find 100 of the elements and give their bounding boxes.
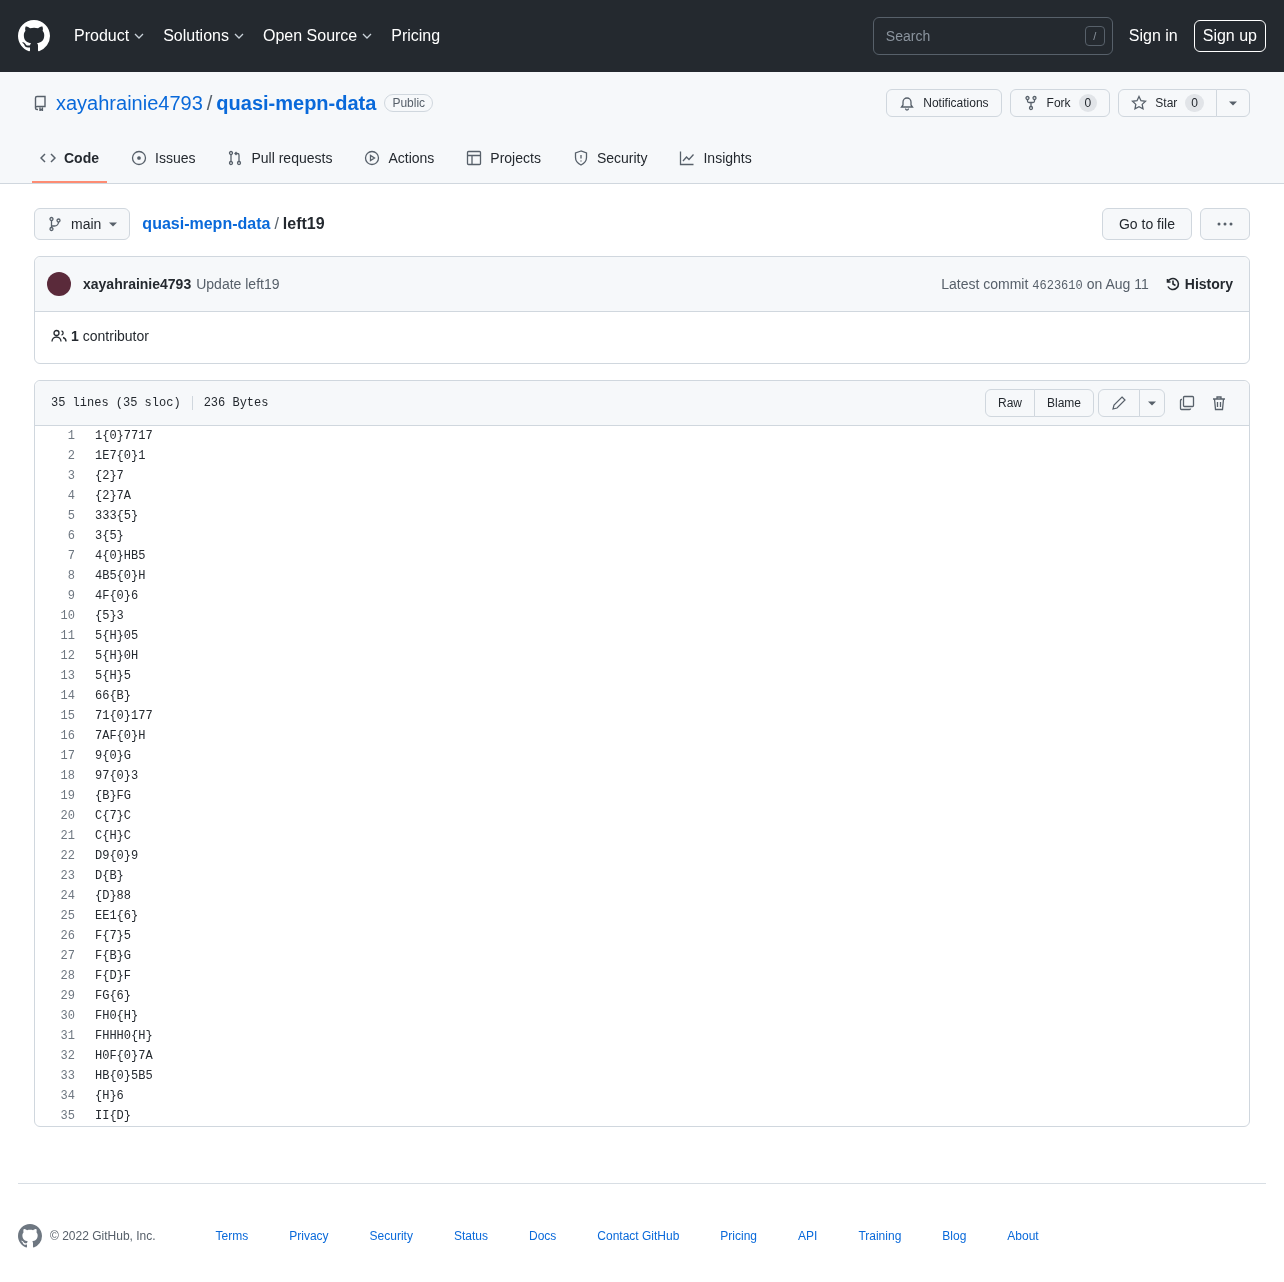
code-line: {D}88 bbox=[95, 889, 131, 903]
branch-select-button[interactable]: main bbox=[34, 208, 131, 240]
graph-icon bbox=[679, 150, 696, 166]
path-separator: / bbox=[274, 215, 279, 233]
caret-icon bbox=[1148, 399, 1156, 407]
repository-tab[interactable]: Code bbox=[32, 142, 107, 183]
raw-button[interactable]: Raw bbox=[984, 389, 1035, 417]
fork-count: 0 bbox=[1078, 94, 1098, 112]
edit-button[interactable] bbox=[1098, 389, 1140, 417]
nav-menu-item[interactable]: Solutions bbox=[163, 27, 245, 45]
line-number: 6 bbox=[66, 529, 76, 543]
footer-link[interactable]: Privacy bbox=[289, 1229, 329, 1243]
footer-link[interactable]: Docs bbox=[528, 1229, 557, 1243]
code-line: C{H}C bbox=[95, 829, 131, 843]
octocat-logo-icon[interactable] bbox=[18, 20, 50, 52]
commit-message-link[interactable]: Update left19 bbox=[196, 276, 280, 292]
footer-link[interactable]: Training bbox=[858, 1229, 902, 1243]
kebab-dots-icon bbox=[1217, 222, 1233, 226]
code-line: 3{5} bbox=[95, 529, 124, 543]
contributors-link[interactable]: 1 contributor bbox=[51, 328, 149, 344]
trash-icon[interactable] bbox=[1211, 395, 1227, 411]
code-line: F{B}G bbox=[95, 949, 131, 963]
line-number: 26 bbox=[59, 929, 76, 943]
repository-link[interactable]: quasi-mepn-data bbox=[142, 215, 271, 233]
nav-menu-item[interactable]: Open Source bbox=[262, 27, 374, 45]
code-line: II{D} bbox=[95, 1109, 131, 1123]
star-button[interactable]: Star 0 bbox=[1118, 89, 1217, 117]
footer-link[interactable]: Pricing bbox=[720, 1229, 758, 1243]
star-dropdown-button[interactable] bbox=[1216, 89, 1250, 117]
line-number: 25 bbox=[59, 909, 76, 923]
code-line: 9{0}G bbox=[95, 749, 131, 763]
fork-button[interactable]: Fork 0 bbox=[1009, 89, 1111, 117]
code-line: 97{0}3 bbox=[95, 769, 139, 783]
history-link[interactable]: History bbox=[1164, 276, 1233, 292]
notifications-button[interactable]: Notifications bbox=[886, 89, 1002, 117]
code-line: 5{H}05 bbox=[95, 629, 139, 643]
line-number: 17 bbox=[59, 749, 76, 763]
avatar[interactable] bbox=[47, 272, 71, 296]
footer-link[interactable]: API bbox=[798, 1229, 818, 1243]
owner-link[interactable]: xayahrainie4793 bbox=[56, 91, 203, 115]
commit-date: on Aug 11 bbox=[1086, 275, 1149, 292]
line-number: 27 bbox=[59, 949, 76, 963]
repository-tab[interactable]: Insights bbox=[671, 142, 760, 183]
nav-menu-item[interactable]: Pricing bbox=[391, 27, 441, 45]
code-line: 4{0}HB5 bbox=[95, 549, 146, 563]
pencil-icon bbox=[1111, 395, 1127, 411]
footer-link[interactable]: Status bbox=[453, 1229, 488, 1243]
file-name: left19 bbox=[282, 215, 325, 233]
shortcut-key: / bbox=[1084, 26, 1105, 46]
line-number: 29 bbox=[59, 989, 76, 1003]
line-number: 9 bbox=[66, 589, 76, 603]
blame-button[interactable]: Blame bbox=[1034, 389, 1094, 417]
go-to-file-button[interactable]: Go to file bbox=[1101, 208, 1192, 240]
line-number: 5 bbox=[66, 509, 76, 523]
caret-icon bbox=[1229, 99, 1237, 107]
line-count: 35 lines (35 sloc) bbox=[51, 396, 181, 410]
sign-in-link[interactable]: Sign in bbox=[1128, 27, 1178, 45]
repository-tab[interactable]: Security bbox=[564, 142, 656, 183]
code-line: 4F{0}6 bbox=[95, 589, 139, 603]
code-line: FG{6} bbox=[95, 989, 131, 1003]
footer-link[interactable]: Terms bbox=[215, 1229, 249, 1243]
history-icon bbox=[1164, 276, 1181, 292]
caret-icon bbox=[109, 220, 118, 228]
line-number: 21 bbox=[59, 829, 76, 843]
repository-tab[interactable]: Actions bbox=[356, 142, 443, 183]
code-line: FHHH0{H} bbox=[95, 1029, 153, 1043]
pull-request-icon bbox=[227, 150, 244, 166]
code-line: 1E7{0}1 bbox=[95, 449, 146, 463]
code-line: 4B5{0}H bbox=[95, 569, 146, 583]
sign-up-button[interactable]: Sign up bbox=[1193, 20, 1266, 52]
line-number: 23 bbox=[59, 869, 76, 883]
line-number: 20 bbox=[59, 809, 76, 823]
footer-link[interactable]: About bbox=[1007, 1229, 1039, 1243]
line-number: 24 bbox=[59, 889, 76, 903]
repository-name-link[interactable]: quasi-mepn-data bbox=[216, 91, 377, 115]
copy-icon[interactable] bbox=[1179, 395, 1195, 411]
line-number: 2 bbox=[66, 449, 76, 463]
footer-link[interactable]: Blog bbox=[942, 1229, 967, 1243]
line-number: 1 bbox=[66, 429, 76, 443]
code-line: D9{0}9 bbox=[95, 849, 139, 863]
play-icon bbox=[364, 150, 381, 166]
author-link[interactable]: xayahrainie4793 bbox=[83, 276, 192, 292]
line-number: 34 bbox=[59, 1089, 76, 1103]
repository-icon bbox=[32, 95, 48, 111]
code-line: {2}7 bbox=[95, 469, 124, 483]
code-line: FH0{H} bbox=[95, 1009, 139, 1023]
code-line: HB{0}5B5 bbox=[95, 1069, 153, 1083]
code-line: 333{5} bbox=[95, 509, 139, 523]
line-number: 18 bbox=[59, 769, 76, 783]
repository-tab[interactable]: Projects bbox=[458, 142, 549, 183]
repository-tab[interactable]: Pull requests bbox=[219, 142, 341, 183]
footer-link[interactable]: Contact GitHub bbox=[597, 1229, 680, 1243]
star-count: 0 bbox=[1185, 94, 1204, 112]
line-number: 10 bbox=[59, 609, 76, 623]
footer-link[interactable]: Security bbox=[369, 1229, 413, 1243]
nav-menu-item[interactable]: Product bbox=[74, 27, 146, 45]
line-number: 30 bbox=[59, 1009, 76, 1023]
commit-sha-link[interactable]: 4623610 bbox=[1032, 278, 1083, 293]
repository-tab[interactable]: Issues bbox=[123, 142, 204, 183]
line-number: 32 bbox=[59, 1049, 76, 1063]
